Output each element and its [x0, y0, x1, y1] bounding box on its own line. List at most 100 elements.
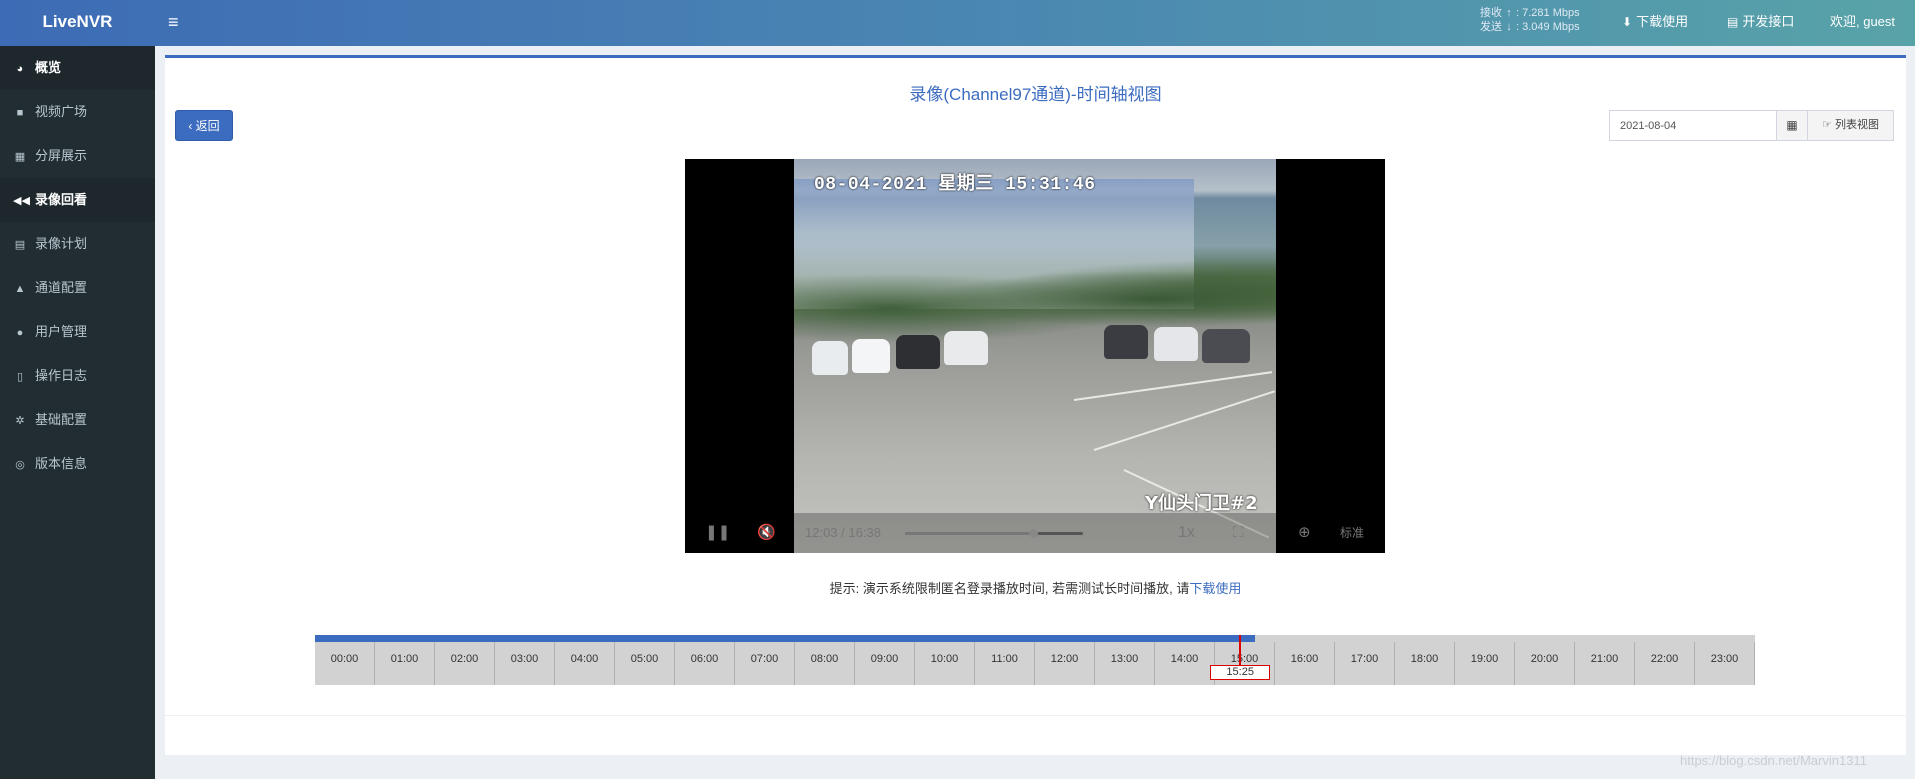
timeline-hour-tick: 09:00 — [855, 642, 915, 685]
recv-label: 接收 — [1480, 7, 1502, 19]
timeline-hour-tick: 10:00 — [915, 642, 975, 685]
timeline[interactable]: 00:00 01:00 02:00 03:00 04:00 05:00 06:00 07:00… — [315, 635, 1755, 685]
sidebar-item-overview[interactable]: ◕ 概览 — [0, 46, 155, 90]
sidebar-item-basic-config[interactable]: ✲ 基础配置 — [0, 398, 155, 442]
timeline-hours: 00:00 01:00 02:00 03:00 04:00 05:00 06:00 07:00… — [315, 642, 1755, 685]
book-icon: ▤ — [1727, 15, 1739, 29]
main-content: 录像(Channel97通道)-时间轴视图 ‹ 返回 ▦ ☞ 列表视图 08-0… — [165, 55, 1906, 755]
timeline-hour-tick: 16:00 — [1275, 642, 1335, 685]
progress-bar[interactable] — [905, 529, 1083, 538]
current-time: 12:03 — [805, 525, 838, 540]
timeline-hour-tick: 14:00 — [1155, 642, 1215, 685]
chevron-left-icon: ‹ — [188, 119, 196, 133]
osd-camera-name: Y仙头门卫#2 — [1145, 493, 1258, 514]
send-value: 3.049 Mbps — [1522, 21, 1580, 33]
api-label: 开发接口 — [1742, 14, 1795, 29]
sidebar-item-label: 分屏展示 — [35, 148, 88, 163]
parked-car — [1104, 325, 1148, 359]
logo[interactable]: LiveNVR — [0, 0, 155, 46]
video-camera-icon: ■ — [16, 107, 24, 119]
grid-icon: ▦ — [14, 151, 26, 163]
life-ring-icon: ◎ — [15, 459, 25, 471]
snapshot-icon[interactable]: ⊕ — [1298, 513, 1311, 553]
arrow-up-icon: ↑ — [1506, 7, 1512, 19]
time-separator: / — [841, 525, 845, 540]
road-icon: ▲ — [14, 283, 26, 295]
timeline-hour-tick: 21:00 — [1575, 642, 1635, 685]
timeline-hour-tick: 13:00 — [1095, 642, 1155, 685]
timeline-hour-tick: 19:00 — [1455, 642, 1515, 685]
timeline-hour-tick: 18:00 — [1395, 642, 1455, 685]
sidebar-item-label: 录像回看 — [35, 192, 88, 207]
date-input[interactable] — [1609, 110, 1777, 141]
page-title: 录像(Channel97通道)-时间轴视图 — [909, 85, 1162, 104]
timeline-hour-tick: 12:00 — [1035, 642, 1095, 685]
player-controls: ❚❚ 🔇 12:03 / 16:38 1x ⛶ ⊕ 标准 — [685, 513, 1385, 553]
fullscreen-icon[interactable]: ⛶ — [1233, 513, 1244, 553]
content-footer — [165, 715, 1906, 755]
pause-icon[interactable]: ❚❚ — [705, 513, 730, 553]
timeline-hour-tick: 22:00 — [1635, 642, 1695, 685]
time-display: 12:03 / 16:38 — [805, 513, 881, 553]
timeline-hour-tick: 23:00 — [1695, 642, 1755, 685]
parked-car — [852, 339, 890, 373]
timeline-hour-tick: 17:00 — [1335, 642, 1395, 685]
timeline-hour-tick: 05:00 — [615, 642, 675, 685]
timeline-hour-tick: 08:00 — [795, 642, 855, 685]
progress-fill — [905, 532, 1034, 535]
download-icon: ⬇ — [1622, 15, 1633, 29]
calendar-icon: ▤ — [14, 239, 26, 251]
progress-handle[interactable] — [1029, 529, 1039, 538]
video-player[interactable]: 08-04-2021 星期三 15:31:46 Y仙头门卫#2 ❚❚ 🔇 12:… — [685, 159, 1385, 553]
watermark: https://blog.csdn.net/Marvin1311 — [1680, 753, 1867, 768]
dashboard-icon: ◕ — [16, 63, 24, 75]
sidebar: ◕ 概览 ■ 视频广场 ▦ 分屏展示 ◀◀ 录像回看 ▤ 录像计划 ▲ 通道配置 ● 用户管理… — [0, 46, 155, 779]
sidebar-item-operation-log[interactable]: ▯ 操作日志 — [0, 354, 155, 398]
hint-message: 提示: 演示系统限制匿名登录播放时间, 若需测试长时间播放, 请 — [829, 581, 1190, 596]
timeline-hour-tick: 03:00 — [495, 642, 555, 685]
hint-download-link[interactable]: 下载使用 — [1189, 581, 1241, 596]
sidebar-item-user-management[interactable]: ● 用户管理 — [0, 310, 155, 354]
sidebar-item-playback[interactable]: ◀◀ 录像回看 — [0, 178, 155, 222]
timeline-hour-tick: 07:00 — [735, 642, 795, 685]
osd-timestamp: 08-04-2021 星期三 15:31:46 — [814, 175, 1096, 195]
sidebar-item-video-square[interactable]: ■ 视频广场 — [0, 90, 155, 134]
sidebar-item-version-info[interactable]: ◎ 版本信息 — [0, 442, 155, 486]
backward-icon: ◀◀ — [13, 195, 30, 207]
timeline-cursor[interactable] — [1239, 635, 1242, 669]
back-button[interactable]: ‹ 返回 — [175, 110, 233, 141]
quality-button[interactable]: 标准 — [1340, 513, 1364, 553]
arrow-down-icon: ↓ — [1506, 21, 1512, 33]
timeline-hour-tick: 02:00 — [435, 642, 495, 685]
calendar-icon: ▦ — [1786, 118, 1798, 132]
api-link[interactable]: ▤ 开发接口 — [1727, 0, 1794, 46]
parked-car — [1202, 329, 1250, 363]
cogs-icon: ✲ — [15, 415, 25, 427]
parked-car — [944, 331, 988, 365]
date-picker-group: ▦ ☞ 列表视图 — [1609, 110, 1894, 141]
timeline-hour-tick: 00:00 — [315, 642, 375, 685]
sidebar-item-split-screen[interactable]: ▦ 分屏展示 — [0, 134, 155, 178]
send-label: 发送 — [1480, 21, 1502, 33]
parked-car — [1154, 327, 1198, 361]
timeline-recorded-bar — [315, 635, 1256, 642]
sidebar-item-label: 版本信息 — [35, 456, 88, 471]
calendar-button[interactable]: ▦ — [1777, 110, 1808, 141]
network-stats: 接收 ↑: 7.281 Mbps 发送 ↓: 3.049 Mbps — [1480, 7, 1580, 33]
timeline-hour-tick: 06:00 — [675, 642, 735, 685]
timeline-hour-tick: 04:00 — [555, 642, 615, 685]
sidebar-item-label: 录像计划 — [35, 236, 88, 251]
download-link[interactable]: ⬇ 下载使用 — [1622, 0, 1688, 46]
speed-button[interactable]: 1x — [1178, 513, 1195, 553]
parked-car — [812, 341, 848, 375]
top-header: LiveNVR ≡ 接收 ↑: 7.281 Mbps 发送 ↓: 3.049 Mbp… — [0, 0, 1915, 46]
sidebar-item-label: 通道配置 — [35, 280, 88, 295]
welcome-user[interactable]: 欢迎, guest — [1830, 0, 1895, 46]
timeline-hour-tick: 20:00 — [1515, 642, 1575, 685]
sidebar-toggle-icon[interactable]: ≡ — [168, 12, 188, 32]
timeline-hour-tick: 01:00 — [375, 642, 435, 685]
list-view-button[interactable]: ☞ 列表视图 — [1808, 110, 1894, 141]
sidebar-item-record-plan[interactable]: ▤ 录像计划 — [0, 222, 155, 266]
mute-icon[interactable]: 🔇 — [757, 513, 776, 553]
sidebar-item-channel-config[interactable]: ▲ 通道配置 — [0, 266, 155, 310]
